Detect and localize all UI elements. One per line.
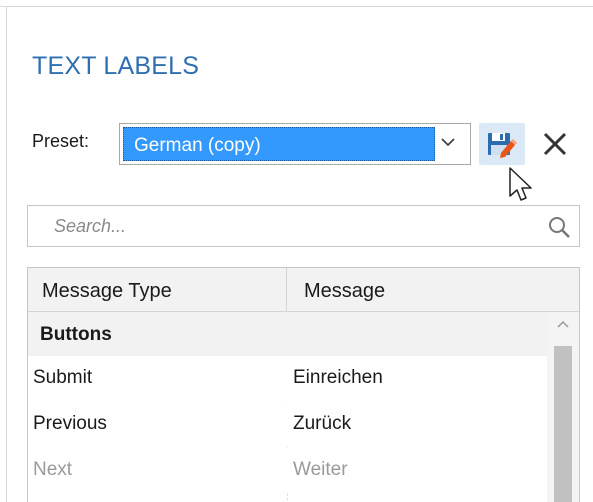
save-edit-icon (488, 133, 517, 158)
group-label: Buttons (40, 324, 112, 345)
preset-dropdown[interactable]: German (copy) (119, 123, 471, 165)
panel-border-top (0, 6, 593, 7)
mouse-cursor (508, 166, 534, 209)
close-button[interactable] (538, 127, 572, 161)
table-row[interactable]: Next Weiter (28, 448, 547, 492)
cell-message[interactable]: Einreichen (293, 367, 383, 389)
section-title: TEXT LABELS (32, 52, 200, 80)
table-header: Message Type Message (28, 268, 579, 312)
table-row[interactable]: Submit Einreichen (28, 356, 547, 400)
column-header-message-type[interactable]: Message Type (42, 280, 172, 303)
cell-message[interactable]: Zurück (293, 413, 351, 435)
table-row[interactable]: Previous Zurück (28, 402, 547, 446)
column-separator[interactable] (286, 268, 287, 312)
preset-label: Preset: (32, 131, 90, 151)
cell-message-type: Previous (33, 413, 107, 434)
close-icon (543, 132, 567, 156)
cell-message[interactable]: Weiter (293, 459, 348, 481)
panel-border-left (6, 6, 7, 502)
group-row-buttons[interactable]: Buttons (28, 312, 547, 356)
cell-message-type: Submit (33, 367, 93, 388)
search-input[interactable] (28, 206, 538, 246)
column-header-message[interactable]: Message (304, 280, 385, 303)
vertical-scrollbar[interactable] (547, 312, 579, 502)
preset-selected-value: German (copy) (134, 135, 261, 156)
chevron-down-icon[interactable] (438, 132, 458, 152)
save-preset-button[interactable] (479, 123, 525, 165)
chevron-up-icon[interactable] (555, 318, 571, 330)
text-labels-table: Message Type Message Buttons Submit Einr… (27, 267, 580, 502)
cell-message-type: Next (33, 459, 73, 480)
scrollbar-thumb[interactable] (554, 346, 572, 502)
pointer-icon (509, 167, 532, 201)
search-icon[interactable] (547, 215, 571, 239)
preset-selected-highlight: German (copy) (123, 127, 435, 161)
search-field[interactable] (27, 205, 580, 247)
